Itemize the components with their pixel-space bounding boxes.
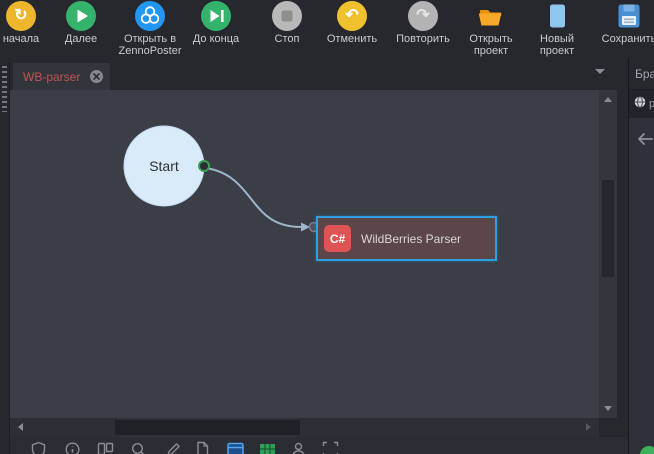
flow-canvas[interactable]: Start C# WildBerries Parser [10,90,599,418]
save-button[interactable]: Сохранить [593,1,654,45]
start-node-label: Start [149,158,179,174]
action-palette-bar [10,437,628,454]
globe-icon [634,95,646,113]
browser-back-icon[interactable] [636,132,654,146]
edit-icon[interactable] [165,441,182,454]
new-document-icon [542,1,572,31]
wildberries-parser-node[interactable]: C# WildBerries Parser [316,216,497,261]
selection-icon[interactable] [322,441,339,454]
collapsed-panel-marks [2,66,7,112]
redo-icon: ↷ [408,1,438,31]
save-icon [614,1,644,31]
collapsed-panel-tab[interactable] [0,58,10,454]
open-in-zennoposter-button[interactable]: Открыть в ZennoPoster [112,1,188,57]
scroll-left-icon[interactable] [18,423,23,431]
redo-button[interactable]: ↷ Повторить [389,1,457,45]
open-project-button[interactable]: Открыть проект [457,1,525,57]
info-icon[interactable] [64,441,81,454]
browser-page-tab-label: p [649,98,654,110]
user-icon[interactable] [290,441,307,454]
vertical-scroll-thumb[interactable] [602,180,614,277]
stop-label: Стоп [274,33,300,45]
vertical-scrollbar[interactable] [599,90,617,418]
main-toolbar: ↻ начала Далее Открыть в ZennoPoster До … [0,0,654,58]
horizontal-scroll-thumb[interactable] [115,420,300,435]
layout-icon[interactable] [97,441,114,454]
redo-label: Повторить [396,33,450,45]
tab-list-dropdown-icon[interactable] [595,69,605,74]
wildberries-parser-label: WildBerries Parser [361,231,462,246]
edge-start-to-parser[interactable] [205,167,302,228]
undo-icon: ↶ [337,1,367,31]
browser-panel-title: Брау [629,58,654,90]
step-next-button[interactable]: Далее [47,1,115,45]
app-window: ↻ начала Далее Открыть в ZennoPoster До … [0,0,654,454]
restart-icon: ↻ [6,1,36,31]
tab-label: WB-parser [23,69,81,84]
horizontal-scrollbar[interactable] [10,418,599,437]
new-project-label: Новый проект [539,33,575,57]
browser-icon[interactable] [227,441,244,454]
new-project-button[interactable]: Новый проект [523,1,591,57]
run-to-end-label: До конца [192,33,240,45]
open-project-label: Открыть проект [469,33,513,57]
zennoposter-icon [135,1,165,31]
record-button[interactable] [640,446,654,454]
open-folder-icon [476,1,506,31]
step-next-label: Далее [64,33,98,45]
tab-wb-parser[interactable]: WB-parser [13,63,110,90]
edge-arrowhead [301,222,310,232]
flow-graphics [123,125,320,233]
scroll-right-icon[interactable] [586,423,591,431]
save-label: Сохранить [601,33,654,45]
table-icon[interactable] [259,441,276,454]
shield-icon[interactable] [30,441,47,454]
scroll-down-icon[interactable] [604,406,612,411]
open-in-zennoposter-label: Открыть в ZennoPoster [118,33,182,57]
scroll-up-icon[interactable] [604,97,612,102]
undo-label: Отменить [326,33,378,45]
tab-close-icon[interactable] [90,70,103,83]
browser-page-tab[interactable]: p [629,90,654,118]
play-to-end-icon [201,1,231,31]
stop-button[interactable]: Стоп [253,1,321,45]
run-to-end-button[interactable]: До конца [182,1,250,45]
browser-panel: Брау p [628,58,654,454]
document-icon[interactable] [194,441,211,454]
undo-button[interactable]: ↶ Отменить [318,1,386,45]
search-icon[interactable] [130,441,147,454]
restart-label: начала [2,33,40,45]
csharp-badge: C# [324,225,351,252]
stop-icon [272,1,302,31]
play-icon [66,1,96,31]
tab-bar: WB-parser [10,58,628,90]
